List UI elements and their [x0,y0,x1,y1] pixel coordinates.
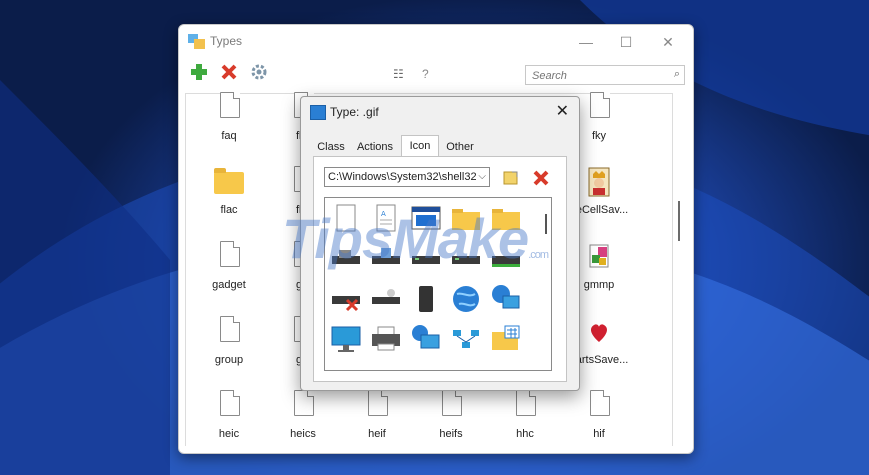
vertical-scrollbar[interactable] [673,93,687,445]
removable-drive-icon[interactable] [369,242,403,276]
type-label: gadget [212,279,246,291]
type-item-heifs[interactable]: heifs [414,388,488,453]
playing-card-king-icon [588,167,610,197]
hard-drive-icon[interactable] [409,242,443,276]
image-file-icon [310,105,326,120]
folder-open-icon[interactable] [489,202,523,236]
icon-picker-list[interactable]: A [324,197,552,371]
browse-folder-button[interactable] [502,169,520,187]
type-item-heics[interactable]: heics [266,388,340,453]
file-icon [220,241,240,267]
type-label: hif [593,428,605,440]
type-dialog: Type: .gif ✕ Class Actions Icon Other C:… [300,96,580,391]
folder-icon [214,168,244,194]
file-icon [220,390,240,416]
type-label: faq [221,130,237,142]
control-panel-folder-icon[interactable] [489,322,523,356]
network-computer-icon[interactable] [409,322,443,356]
clear-path-button[interactable] [532,169,550,187]
search-icon[interactable]: ⌕ [674,68,680,81]
media-player-icon [589,244,609,268]
file-icon [442,390,462,416]
file-icon [220,316,240,342]
delete-button[interactable] [219,63,239,83]
file-icon [220,92,240,118]
type-label: heic [218,428,240,440]
maximize-button[interactable]: ☐ [613,31,639,53]
title-bar[interactable]: Types — ☐ ✕ [179,25,693,59]
heart-card-icon [591,324,607,342]
globe-icon[interactable] [449,282,483,316]
icon-path-value: C:\Windows\System32\shell32 [328,171,477,183]
tab-actions[interactable]: Actions [353,138,397,156]
type-label: heif [368,428,386,440]
tab-icon[interactable]: Icon [401,135,439,158]
add-button[interactable] [189,63,209,83]
floppy-drive-icon[interactable] [329,242,363,276]
window-title: Types [210,34,243,48]
cd-drive-icon[interactable] [449,242,483,276]
blank-document-icon[interactable] [329,202,363,236]
type-label: flac [220,204,238,216]
gear-icon [251,64,267,80]
disconnected-drive-icon[interactable] [329,282,363,316]
printer-icon[interactable] [369,322,403,356]
type-label: heifs [439,428,463,440]
search-box[interactable]: ⌕ [525,65,685,85]
dialog-tabs: Class Actions Icon Other [313,135,567,158]
ram-drive-icon[interactable] [369,282,403,316]
minimize-button[interactable]: — [573,31,599,53]
type-label: heics [290,428,316,440]
type-label: hhc [516,428,534,440]
file-icon [516,390,536,416]
file-icon [294,390,314,416]
icon-path-dropdown[interactable]: C:\Windows\System32\shell32 ⌵ [324,167,490,187]
phone-device-icon[interactable] [409,282,443,316]
plus-icon [191,64,207,80]
folder-icon[interactable] [449,202,483,236]
close-button[interactable]: ✕ [655,31,681,53]
type-item-heif[interactable]: heif [340,388,414,453]
type-item-hif[interactable]: hif [562,388,636,453]
type-item-flac[interactable]: flac [192,164,266,236]
icon-tab-panel: C:\Windows\System32\shell32 ⌵ A [313,156,567,382]
type-item-heic[interactable]: heic [192,388,266,453]
dialog-close-button[interactable]: ✕ [556,101,569,121]
dialog-title: Type: .gif [330,105,379,119]
tab-other[interactable]: Other [441,138,479,156]
x-icon [221,64,237,80]
type-item-gadget[interactable]: gadget [192,239,266,311]
application-window-icon[interactable] [409,202,443,236]
type-label: group [214,354,244,366]
scrollbar-thumb[interactable] [678,201,680,241]
type-item-hhc[interactable]: hhc [488,388,562,453]
tab-class[interactable]: Class [315,138,347,156]
type-item-faq[interactable]: faq [192,90,266,162]
settings-button[interactable] [249,63,269,83]
svg-text:A: A [381,210,386,218]
help-button[interactable]: ? [422,67,429,81]
search-input[interactable] [530,67,664,85]
icon-list-scrollbar-thumb[interactable] [545,214,547,234]
text-document-icon[interactable]: A [369,202,403,236]
network-globe-computer-icon[interactable] [489,282,523,316]
file-icon [590,390,610,416]
chevron-down-icon: ⌵ [476,168,486,186]
toolbar: ☷ ? ⌕ [179,59,693,89]
network-icon[interactable] [449,322,483,356]
file-icon [368,390,388,416]
view-mode-button[interactable]: ☷ [393,67,404,81]
type-item-group[interactable]: group [192,314,266,386]
network-drive-icon[interactable] [489,242,523,276]
app-icon [188,34,205,49]
monitor-icon[interactable] [329,322,363,356]
file-icon [590,92,610,118]
